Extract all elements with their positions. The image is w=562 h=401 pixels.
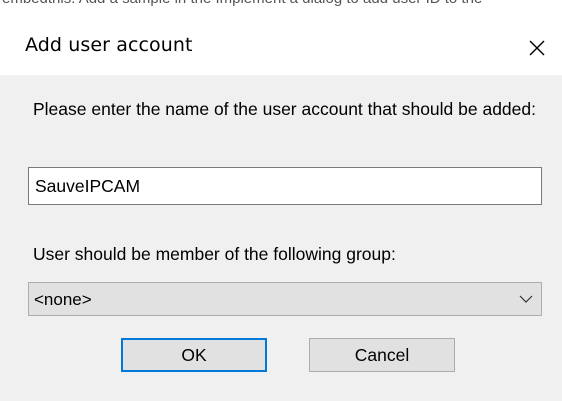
dialog-content: Please enter the name of the user accoun… bbox=[0, 75, 562, 401]
cancel-button-label: Cancel bbox=[354, 344, 410, 365]
cancel-button[interactable]: Cancel bbox=[309, 338, 455, 372]
page: embedthis. Add a sample in the Implement… bbox=[0, 0, 562, 401]
group-dropdown[interactable]: <none> bbox=[28, 282, 542, 316]
chevron-down-icon bbox=[519, 295, 533, 303]
dialog-title: Add user account bbox=[25, 34, 193, 56]
username-input[interactable] bbox=[28, 167, 542, 205]
ok-button-label: OK bbox=[181, 344, 207, 365]
background-window-text: embedthis. Add a sample in the Implement… bbox=[0, 0, 562, 9]
username-prompt-label: Please enter the name of the user accoun… bbox=[33, 99, 536, 119]
dialog-titlebar: Add user account bbox=[0, 9, 562, 67]
group-label: User should be member of the following g… bbox=[33, 244, 396, 264]
close-button[interactable] bbox=[520, 31, 554, 65]
group-dropdown-value: <none> bbox=[34, 290, 92, 309]
close-icon bbox=[529, 40, 545, 56]
ok-button[interactable]: OK bbox=[121, 338, 267, 372]
